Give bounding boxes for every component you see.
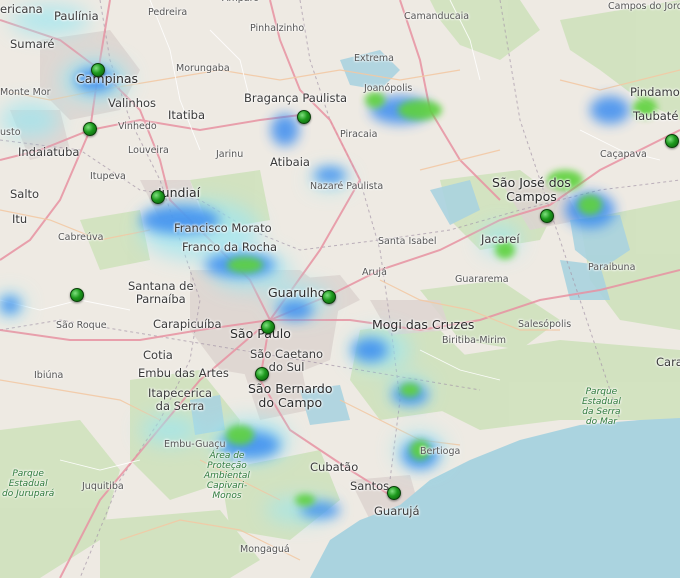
city-label-pindamo: Pindamo: [630, 85, 680, 99]
city-label-cabreuva: Cabreúva: [58, 232, 104, 243]
city-label-amparo: Amparo: [222, 0, 259, 4]
city-label-aruja: Arujá: [362, 267, 387, 278]
city-label-carapicuiba: Carapicuíba: [153, 317, 222, 331]
city-label-santos: Santos: [350, 479, 390, 493]
park-label-parque-estadual-do-jurupara: Parque Estadual do Jurupará: [2, 469, 55, 499]
city-label-sao-bernardo-do-campo: São Bernardo do Campo: [248, 381, 333, 410]
city-label-sumare: Sumaré: [10, 37, 55, 51]
city-label-taubate: Taubaté: [633, 109, 679, 123]
station-marker-sao-bernardo-do-campo[interactable]: [255, 367, 269, 381]
city-label-campos-do-jordao: Campos do Jordão: [608, 1, 680, 12]
city-label-guararema: Guararema: [455, 274, 509, 285]
city-label-juquitiba: Juquitiba: [82, 481, 124, 492]
city-label-louveira: Louveira: [128, 145, 169, 156]
city-label-pedreira: Pedreira: [148, 7, 188, 18]
city-label-pinhalzinho: Pinhalzinho: [250, 23, 305, 34]
city-label-cubatao: Cubatão: [310, 460, 359, 474]
city-label-camanducaia: Camanducaia: [404, 11, 470, 22]
park-label-area-de-protecao-ambiental-capivari-monos: Área de Proteção Ambiental Capivari- Monos: [204, 451, 250, 501]
city-label-itupeva: Itupeva: [90, 171, 126, 182]
city-label-ibiuna: Ibiúna: [34, 370, 64, 381]
radar-map[interactable]: ericana Paulínia Pedreira Amparo Camanducaia…: [0, 0, 680, 578]
city-label-guaruja: Guarujá: [374, 504, 420, 518]
station-marker-guarulhos[interactable]: [322, 290, 336, 304]
station-marker-santana-de-parnaiba[interactable]: [70, 288, 84, 302]
city-label-jarinu: Jarinu: [216, 149, 244, 160]
city-label-braganca-paulista: Bragança Paulista: [244, 91, 348, 105]
city-label-paraibuna: Paraibuna: [588, 262, 636, 273]
city-label-monte-mor: Monte Mor: [0, 87, 51, 98]
city-label-salto: Salto: [10, 187, 40, 201]
city-label-sao-jose-dos-campos: São José dos Campos: [492, 175, 571, 204]
city-label-sao-roque: São Roque: [56, 320, 107, 331]
park-label-parque-estadual-da-serra-do-mar: Parque Estadual da Serra do Mar: [582, 387, 621, 427]
city-label-usto: usto: [0, 127, 21, 138]
city-label-morungaba: Morungaba: [176, 63, 230, 74]
city-label-jacarei: Jacareí: [481, 232, 520, 246]
station-marker-indaiatuba[interactable]: [83, 122, 97, 136]
city-label-ericana: ericana: [0, 2, 43, 16]
city-label-salesopolis: Salesópolis: [518, 319, 572, 330]
city-label-embu-das-artes: Embu das Artes: [138, 366, 229, 380]
city-label-biritiba-mirim: Biritiba-Mirim: [442, 335, 506, 346]
station-marker-braganca-paulista[interactable]: [297, 110, 311, 124]
city-label-atibaia: Atibaia: [270, 155, 310, 169]
city-label-cara: Cara: [656, 355, 680, 369]
city-label-mongagua: Mongaguá: [240, 544, 290, 555]
city-label-piracaia: Piracaia: [340, 129, 378, 140]
city-label-santa-isabel: Santa Isabel: [378, 236, 437, 247]
city-label-joanopolis: Joanópolis: [364, 83, 413, 94]
city-label-itu: Itu: [12, 212, 28, 226]
city-label-bertioga: Bertioga: [420, 446, 461, 457]
city-label-paulinia: Paulínia: [54, 9, 99, 23]
city-label-cacapava: Caçapava: [600, 149, 647, 160]
station-marker-sao-jose-dos-campos[interactable]: [540, 209, 554, 223]
city-label-nazare-paulista: Nazaré Paulista: [310, 181, 384, 192]
station-marker-jundiai[interactable]: [151, 190, 165, 204]
city-label-vinhedo: Vinhedo: [118, 121, 157, 132]
station-marker-santos[interactable]: [387, 486, 401, 500]
city-label-franco-da-rocha: Franco da Rocha: [182, 240, 278, 254]
city-label-itatiba: Itatiba: [168, 108, 205, 122]
city-label-francisco-morato: Francisco Morato: [174, 221, 272, 235]
station-marker-taubate[interactable]: [665, 134, 679, 148]
city-label-mogi-das-cruzes: Mogi das Cruzes: [372, 317, 475, 332]
city-label-campinas: Campinas: [76, 71, 139, 86]
city-label-itapecerica-da-serra: Itapecerica da Serra: [148, 386, 213, 413]
city-label-embu-guacu: Embu-Guaçu: [164, 439, 226, 450]
city-label-extrema: Extrema: [354, 53, 394, 64]
station-marker-campinas[interactable]: [91, 63, 105, 77]
station-marker-sao-paulo[interactable]: [261, 320, 275, 334]
city-label-cotia: Cotia: [143, 348, 173, 362]
city-label-santana-de-parnaiba: Santana de Parnaíba: [128, 279, 194, 306]
city-label-indaiatuba: Indaiatuba: [18, 145, 80, 159]
city-label-valinhos: Valinhos: [108, 96, 157, 110]
